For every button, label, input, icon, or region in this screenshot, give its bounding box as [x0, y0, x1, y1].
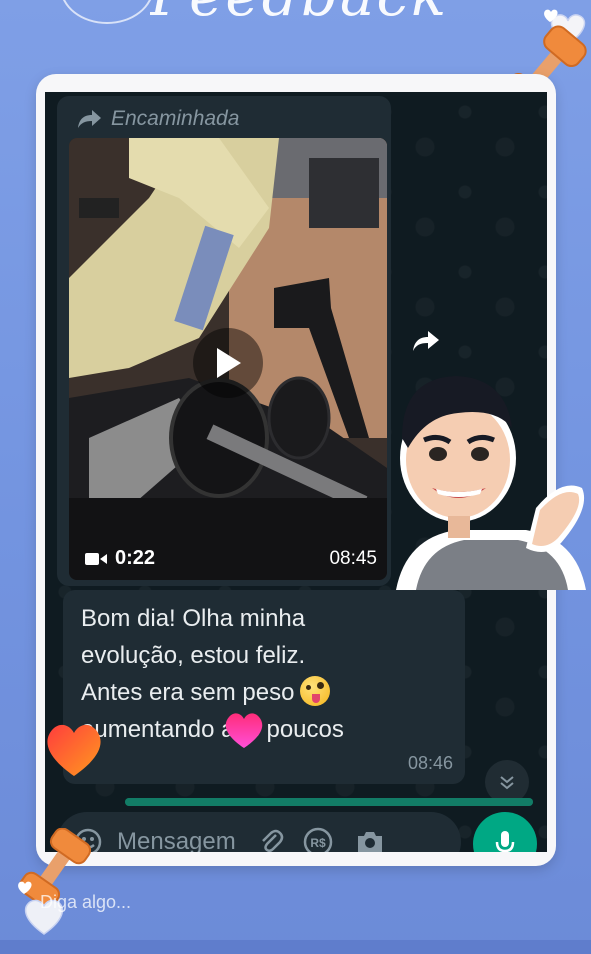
message-line-1: Bom dia! Olha minha — [81, 605, 306, 632]
forwarded-label: Encaminhada — [111, 107, 240, 130]
video-duration: 0:22 — [85, 547, 155, 570]
message-line-3: Antes era sem peso — [81, 674, 451, 711]
mic-button[interactable] — [473, 812, 537, 852]
play-icon — [217, 348, 241, 378]
attach-icon[interactable] — [258, 827, 284, 852]
video-duration-text: 0:22 — [115, 547, 156, 569]
zany-face-emoji — [300, 676, 331, 706]
story-bottom-bar — [0, 940, 591, 954]
text-message-bubble[interactable]: Bom dia! Olha minha evolução, estou feli… — [63, 590, 465, 784]
play-button[interactable] — [193, 328, 263, 398]
message-line-2: evolução, estou feliz. — [81, 642, 306, 669]
story-decoration-ring — [60, 0, 154, 24]
share-forward-icon[interactable] — [411, 328, 441, 354]
camera-icon[interactable] — [354, 828, 386, 852]
video-thumbnail[interactable]: 0:22 08:45 — [69, 138, 387, 580]
message-input[interactable]: Mensagem R$ — [57, 812, 461, 852]
video-camera-icon — [85, 552, 107, 565]
forwarded-header: Encaminhada — [77, 106, 239, 132]
message-line-4: aumentando aos poucos — [81, 716, 344, 743]
message-text: Bom dia! Olha minha evolução, estou feli… — [81, 600, 451, 748]
heart-sticker — [47, 724, 101, 776]
message-input-placeholder: Mensagem — [117, 828, 236, 852]
forwarded-video-bubble[interactable]: Encaminhada 0:22 08:45 — [57, 96, 391, 586]
currency-label: R$ — [310, 836, 326, 850]
video-timestamp: 08:45 — [329, 548, 377, 569]
message-line-3-text: Antes era sem peso — [81, 679, 295, 706]
story-reply-input[interactable]: Diga algo... — [40, 892, 131, 913]
chevron-down-icon — [500, 776, 514, 790]
message-timestamp: 08:46 — [407, 753, 453, 773]
currency-icon[interactable]: R$ — [302, 826, 334, 852]
voice-progress-bar — [125, 798, 533, 806]
mic-icon — [495, 831, 515, 852]
pink-heart-sticker — [225, 713, 263, 748]
story-title-text: Feedback — [150, 0, 490, 20]
avatar-sticker — [396, 376, 586, 590]
forward-icon — [78, 110, 101, 128]
voice-progress-fill — [125, 798, 533, 806]
